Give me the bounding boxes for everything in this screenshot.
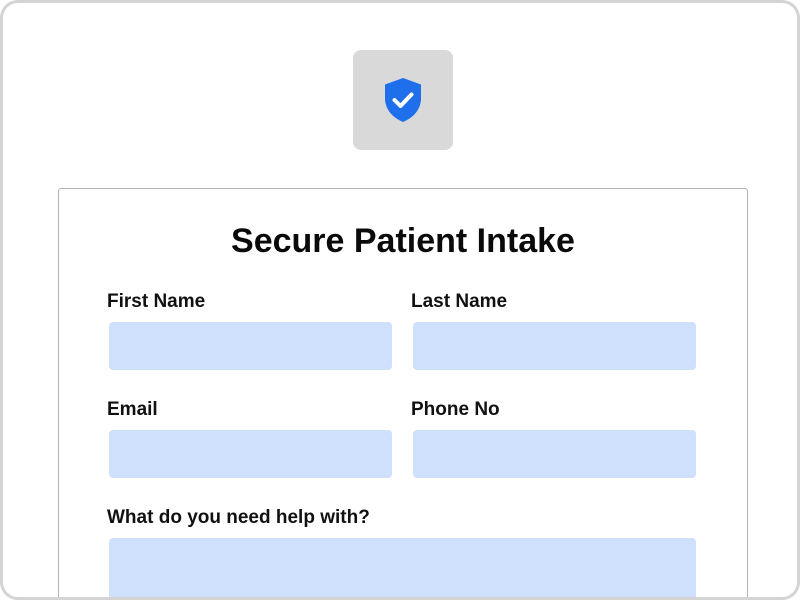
form-title: Secure Patient Intake	[231, 222, 575, 260]
app-frame: Secure Patient Intake First Name Last Na…	[0, 0, 800, 600]
phone-label: Phone No	[411, 399, 500, 420]
help-textarea[interactable]	[109, 538, 696, 597]
first-name-label: First Name	[107, 291, 206, 312]
intake-form-card: Secure Patient Intake First Name Last Na…	[58, 188, 748, 597]
help-label: What do you need help with?	[107, 507, 370, 528]
shield-check-icon	[385, 78, 421, 122]
first-name-input[interactable]	[109, 322, 392, 370]
last-name-label: Last Name	[411, 291, 508, 312]
phone-input[interactable]	[413, 430, 696, 478]
last-name-input[interactable]	[413, 322, 696, 370]
logo-tile	[353, 50, 453, 150]
email-input[interactable]	[109, 430, 392, 478]
email-label: Email	[107, 399, 158, 420]
